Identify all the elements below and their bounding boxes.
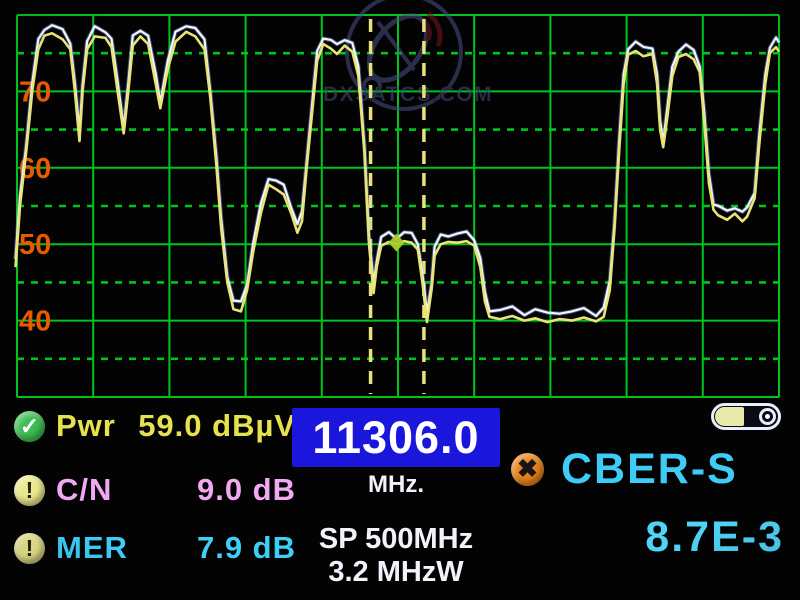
reading-row-power: ✓ Pwr 59.0 dBµV: [14, 406, 296, 446]
mer-label: MER: [56, 530, 128, 566]
power-label: Pwr: [56, 408, 116, 444]
y-axis-label: 70: [19, 76, 51, 108]
cn-value: 9.0 dB: [197, 472, 296, 508]
y-axis-label: 40: [19, 306, 51, 338]
frequency-display: 11306.0: [292, 408, 500, 467]
exclamation-glyph: !: [26, 479, 34, 502]
status-ok-icon: ✓: [14, 411, 45, 442]
status-fail-icon: ✖: [511, 453, 544, 486]
cn-label: C/N: [56, 472, 112, 508]
reading-row-cn: ! C/N 9.0 dB: [14, 470, 296, 510]
check-glyph: ✓: [20, 415, 39, 438]
reading-row-mer: ! MER 7.9 dB: [14, 528, 296, 568]
exclamation-glyph: !: [26, 537, 34, 560]
bandwidth-setting: 3.2 MHzW: [272, 556, 520, 589]
cber-label: CBER-S: [561, 445, 738, 494]
frequency-unit: MHz.: [292, 471, 500, 499]
satellite-meter-screen: DXSATCS.COM70605040 ✓ Pwr 59.0 dBµV ! C/…: [0, 0, 800, 600]
cber-value: 8.7E-3: [645, 513, 784, 562]
battery-level: [715, 407, 744, 426]
y-axis-label: 50: [19, 229, 51, 261]
warning-icon: !: [14, 533, 45, 564]
watermark-text: DXSATCS.COM: [323, 83, 493, 106]
span-setting: SP 500MHz: [272, 523, 520, 556]
cross-glyph: ✖: [517, 457, 538, 482]
battery-icon: [711, 403, 781, 430]
warning-icon: !: [14, 475, 45, 506]
spectrum-chart: DXSATCS.COM70605040: [0, 0, 800, 402]
cber-row: ✖ CBER-S: [511, 445, 738, 494]
battery-cap: [759, 408, 776, 425]
power-value: 59.0 dBµV: [138, 408, 296, 444]
